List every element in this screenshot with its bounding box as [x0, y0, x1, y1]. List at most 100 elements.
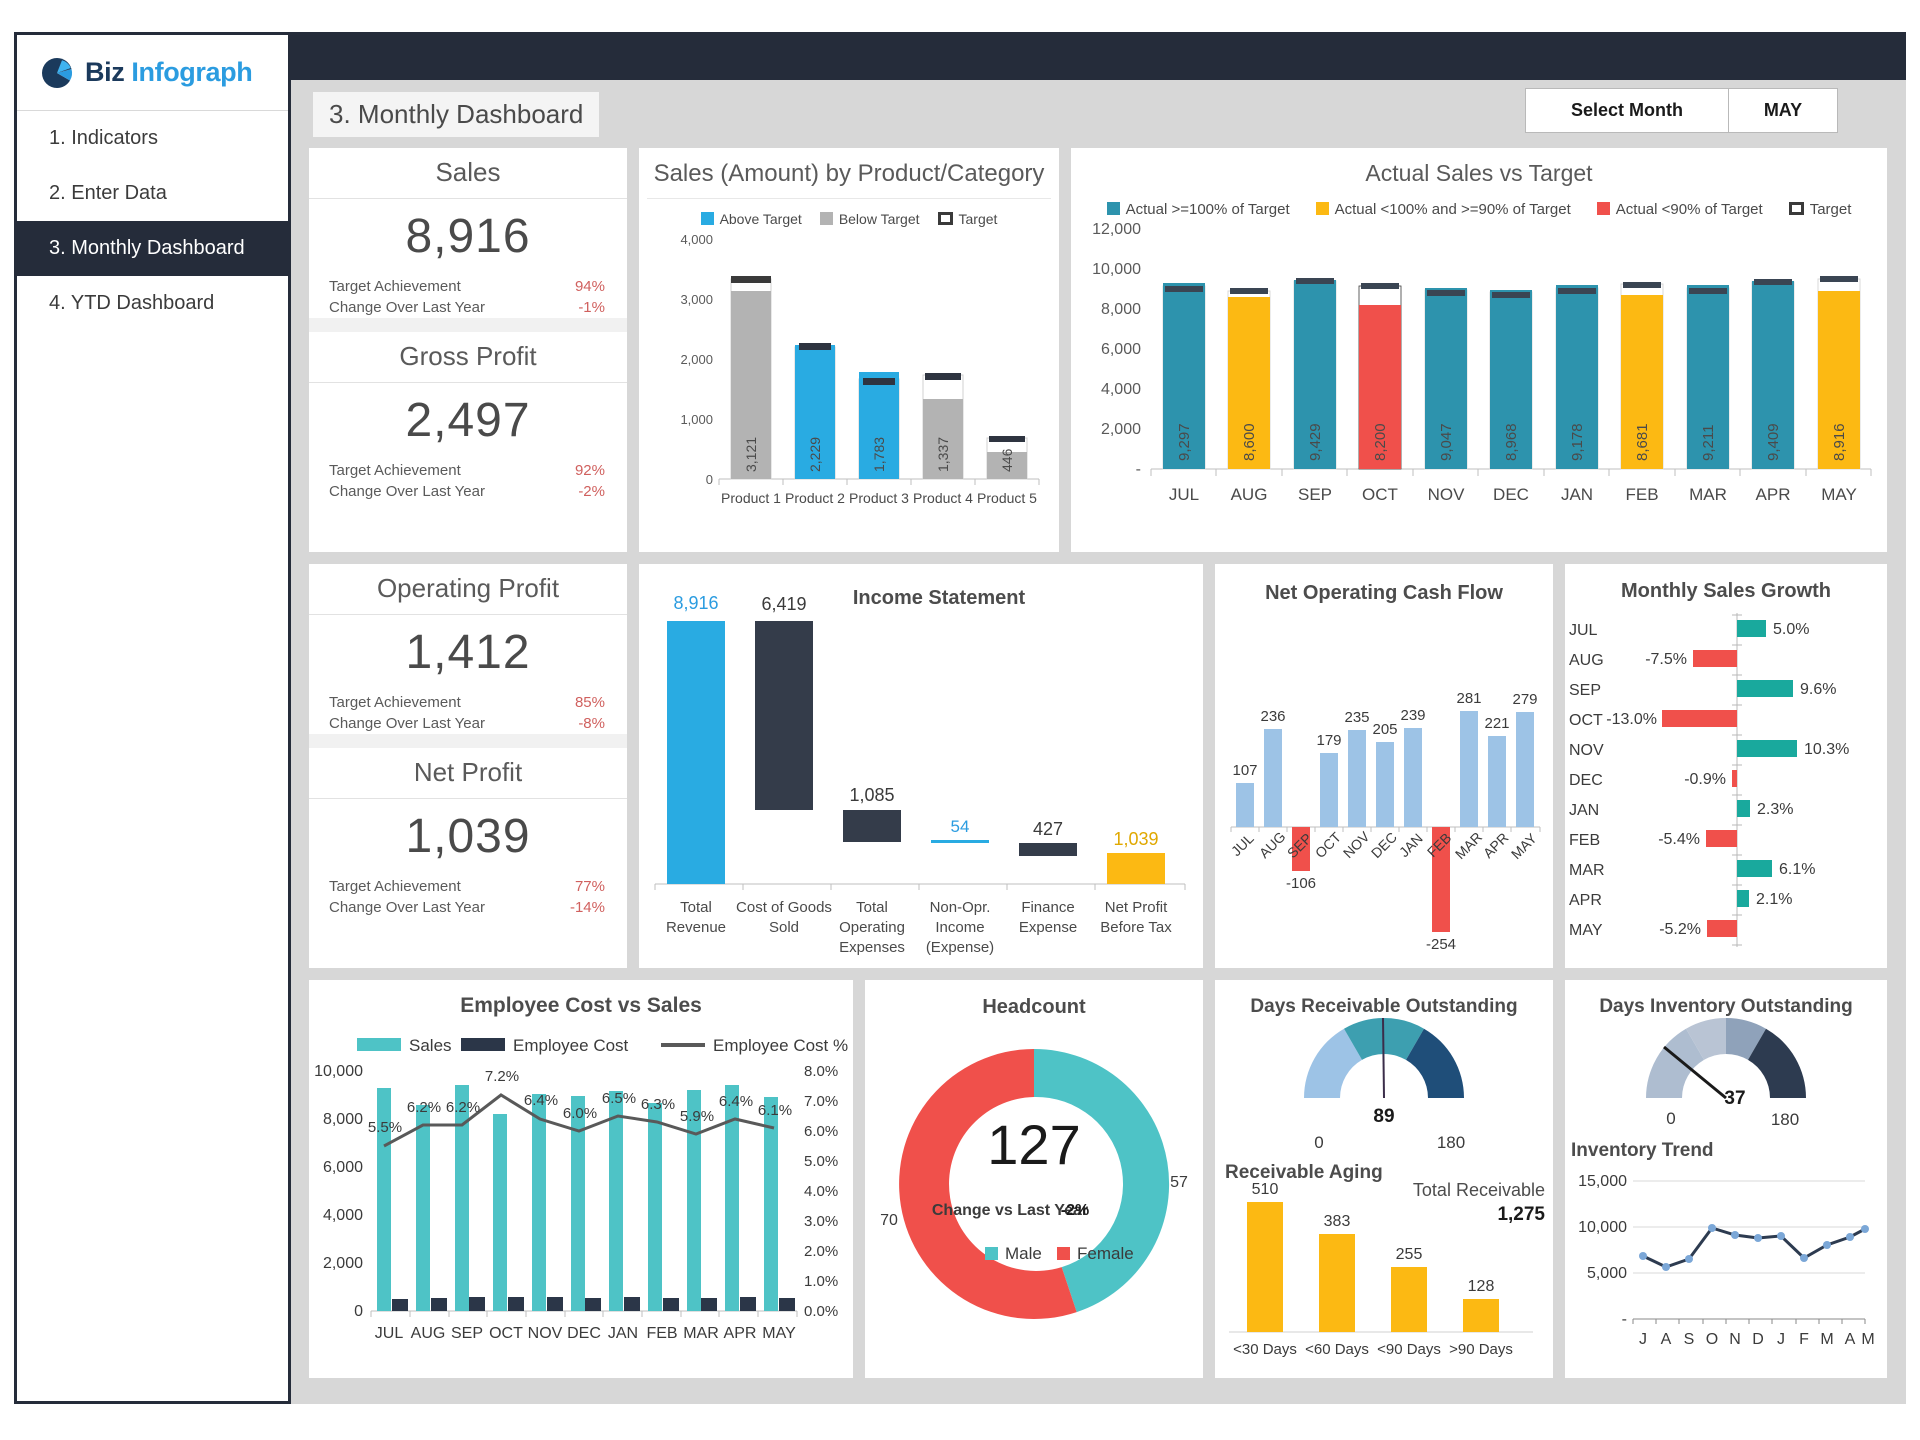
- svg-text:APR: APR: [724, 1325, 757, 1342]
- svg-text:NOV: NOV: [1428, 485, 1466, 504]
- chart-panel-employee-cost-vs-sales: Employee Cost vs Sales Sales Employee Co…: [309, 980, 853, 1378]
- sidebar-item-ytd-dashboard[interactable]: 4. YTD Dashboard: [17, 276, 288, 331]
- svg-text:DEC: DEC: [567, 1325, 601, 1342]
- month-picker-value[interactable]: MAY: [1729, 89, 1837, 132]
- chart-panel-days-receivable-outstanding: Days Receivable Outstanding 89 0 180 Rec…: [1215, 980, 1553, 1378]
- bar: [1319, 1234, 1355, 1332]
- kpi-card-sales-gross-profit: Sales 8,916 Target Achievement 94% Chang…: [309, 148, 627, 552]
- svg-text:JAN: JAN: [1561, 485, 1593, 504]
- line-value-label: 6.4%: [524, 1092, 558, 1109]
- legend-item-female: Female: [1077, 1244, 1134, 1263]
- svg-text:MAR: MAR: [1689, 485, 1727, 504]
- sidebar: Biz Infograph 1. Indicators 2. Enter Dat…: [14, 32, 291, 1404]
- top-bar: [291, 32, 1906, 80]
- bar-value-label: 281: [1456, 690, 1481, 707]
- kpi-metric-value: 92%: [574, 462, 605, 479]
- svg-text:Revenue: Revenue: [666, 919, 726, 936]
- svg-text:2,000: 2,000: [680, 352, 713, 367]
- svg-text:APR: APR: [1480, 829, 1512, 861]
- svg-text:FEB: FEB: [1625, 485, 1658, 504]
- chart-panel-income-statement: Income Statement 8,916 6,419 1,085 54 42…: [639, 564, 1203, 968]
- chart-title: Income Statement: [853, 587, 1026, 609]
- svg-text:SEP: SEP: [1284, 830, 1315, 861]
- bar: [1463, 1299, 1499, 1332]
- svg-text:5.0%: 5.0%: [804, 1153, 838, 1170]
- legend-item-actual-lt-90: Actual <90% of Target: [1596, 201, 1763, 218]
- svg-text:10,000: 10,000: [1578, 1219, 1627, 1236]
- svg-text:15,000: 15,000: [1578, 1173, 1627, 1190]
- bar-value-label: -7.5%: [1645, 651, 1687, 668]
- bar-value-label: 54: [951, 817, 970, 836]
- svg-text:DEC: DEC: [1569, 772, 1603, 789]
- svg-text:0: 0: [354, 1303, 363, 1320]
- bar-value-label: 8,600: [1241, 423, 1258, 461]
- svg-text:MAR: MAR: [683, 1325, 719, 1342]
- bar-value-label: 2.1%: [1756, 891, 1792, 908]
- bar-value-label: -254: [1426, 936, 1456, 953]
- legend-item-actual-ge-100: Actual >=100% of Target: [1106, 201, 1290, 218]
- sales-by-product-plot: 4,000 3,000 2,000 1,000 0 3,121 2,229 1,…: [680, 232, 1040, 506]
- svg-text:JUL: JUL: [1569, 622, 1598, 639]
- bar-value-label: 8,968: [1503, 423, 1520, 461]
- sidebar-item-monthly-dashboard[interactable]: 3. Monthly Dashboard: [17, 221, 288, 276]
- svg-text:Non-Opr.: Non-Opr.: [930, 899, 991, 916]
- bar-value-label: 8,916: [1831, 423, 1848, 461]
- svg-text:MAY: MAY: [762, 1325, 796, 1342]
- line-value-label: 6.3%: [641, 1096, 675, 1113]
- bar-value-label: 179: [1316, 732, 1341, 749]
- kpi-row-change-over-last-year: Change Over Last Year -1%: [309, 297, 627, 318]
- svg-text:Product 5: Product 5: [977, 490, 1037, 506]
- svg-text:J: J: [1639, 1331, 1647, 1348]
- svg-text:Income: Income: [935, 919, 984, 936]
- svg-text:4,000: 4,000: [323, 1207, 363, 1224]
- kpi-row-change-over-last-year: Change Over Last Year -2%: [309, 481, 627, 502]
- bar-value-label: 279: [1512, 691, 1537, 708]
- svg-text:JUL: JUL: [1228, 830, 1257, 859]
- chart-title: Days Inventory Outstanding: [1599, 996, 1852, 1017]
- gauge-value: 37: [1724, 1088, 1745, 1109]
- svg-text:AUG: AUG: [1256, 828, 1289, 861]
- legend-item-target: Target: [1788, 201, 1851, 218]
- svg-text:MAY: MAY: [1508, 830, 1540, 862]
- svg-text:AUG: AUG: [1569, 652, 1604, 669]
- svg-text:Total: Total: [680, 899, 712, 916]
- dashboard-grid: Sales 8,916 Target Achievement 94% Chang…: [309, 148, 1888, 1394]
- kpi-metric-value: 77%: [574, 878, 605, 895]
- kpi-row-target-achievement: Target Achievement 77%: [309, 876, 627, 897]
- gauge-needle: [1382, 1017, 1385, 1099]
- svg-text:8,000: 8,000: [323, 1111, 363, 1128]
- bar-value-label: -13.0%: [1606, 711, 1657, 728]
- svg-text:NOV: NOV: [1340, 828, 1373, 861]
- monthly-sales-growth-plot: JULAUGSEP OCTNOVDEC JANFEBMAR APRMAY 5.0…: [1569, 613, 1849, 947]
- bar-value-label: 8,200: [1372, 423, 1389, 461]
- legend-item-actual-lt-100: Actual <100% and >=90% of Target: [1315, 201, 1571, 218]
- svg-text:2,000: 2,000: [323, 1255, 363, 1272]
- gauge-max-label: 180: [1437, 1133, 1465, 1152]
- bar-value-label: 205: [1372, 721, 1397, 738]
- svg-text:J: J: [1777, 1331, 1785, 1348]
- month-picker-label: Select Month: [1526, 89, 1729, 132]
- sidebar-item-enter-data[interactable]: 2. Enter Data: [17, 166, 288, 221]
- line-value-label: 6.0%: [563, 1105, 597, 1122]
- svg-text:Sold: Sold: [769, 919, 799, 936]
- kpi-value-net-profit: 1,039: [405, 810, 531, 863]
- svg-text:5,000: 5,000: [1587, 1265, 1627, 1282]
- kpi-value-operating-profit: 1,412: [405, 626, 531, 679]
- svg-text:M: M: [1820, 1331, 1833, 1348]
- svg-text:6,000: 6,000: [1101, 341, 1141, 358]
- kpi-row-target-achievement: Target Achievement 85%: [309, 692, 627, 713]
- divider: [309, 734, 627, 748]
- sidebar-item-indicators[interactable]: 1. Indicators: [17, 111, 288, 166]
- svg-text:A: A: [1661, 1331, 1672, 1348]
- svg-text:0.0%: 0.0%: [804, 1303, 838, 1320]
- headcount-donut: 127 Change vs Last Year -2% 57 70 Male F…: [880, 1049, 1188, 1319]
- chart-title: Actual Sales vs Target: [1365, 160, 1593, 186]
- chart-title: Sales (Amount) by Product/Category: [653, 160, 1045, 187]
- bar-value-label: 6,419: [761, 594, 806, 614]
- svg-text:A: A: [1845, 1331, 1856, 1348]
- svg-text:1.0%: 1.0%: [804, 1273, 838, 1290]
- svg-text:F: F: [1799, 1331, 1809, 1348]
- kpi-metric-value: -1%: [578, 299, 605, 316]
- donut-label-female: 70: [880, 1212, 898, 1229]
- month-picker[interactable]: Select Month MAY: [1525, 88, 1838, 133]
